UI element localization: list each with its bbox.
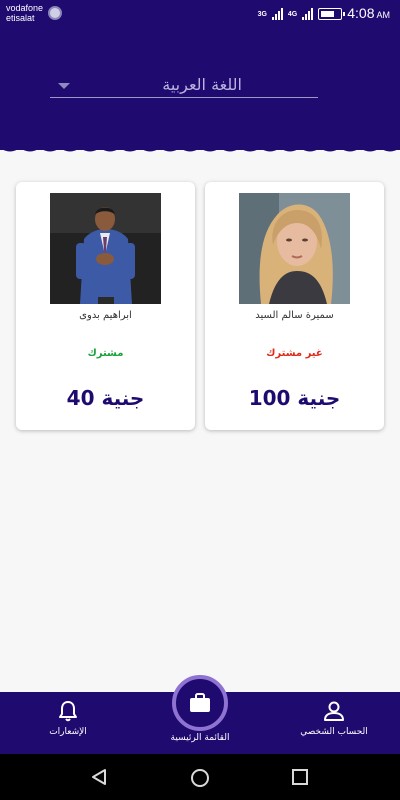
- carrier-name-2: etisalat: [6, 13, 35, 23]
- language-select-value: اللغة العربية: [162, 75, 242, 94]
- bell-icon: [59, 701, 77, 722]
- header-wave: [0, 140, 400, 152]
- briefcase-icon: [190, 693, 210, 712]
- teacher-photo: [50, 193, 161, 304]
- clock: 4:08 AM: [347, 5, 390, 23]
- chevron-down-icon: [58, 83, 70, 89]
- status-bar: vodafone etisalat 3G 4G 4:08 AM: [0, 0, 400, 28]
- system-navigation-bar: [0, 754, 400, 800]
- home-button[interactable]: [172, 675, 228, 731]
- app-screen: vodafone etisalat 3G 4G 4:08 AM اللغة الع…: [0, 0, 400, 800]
- network-type-1: 3G: [257, 10, 267, 18]
- notification-dot-icon: [48, 6, 62, 20]
- teacher-photo: [239, 193, 350, 304]
- network-type-2: 4G: [287, 10, 298, 18]
- language-select[interactable]: اللغة العربية: [50, 72, 318, 98]
- carrier-info: vodafone etisalat: [6, 3, 43, 23]
- nav-home[interactable]: القائمة الرئيسية: [150, 675, 250, 754]
- clock-time: 4:08: [347, 5, 375, 21]
- carrier-name-1: vodafone: [6, 3, 44, 13]
- subscription-status: مشترك: [87, 348, 124, 359]
- teacher-name: سميرة سالم السيد: [255, 310, 334, 321]
- teacher-card[interactable]: ابراهيم بدوى مشترك جنية 40: [16, 182, 195, 430]
- header: اللغة العربية: [0, 28, 400, 150]
- course-price: جنية 100: [248, 386, 341, 410]
- circle-home-icon[interactable]: [190, 768, 210, 788]
- clock-am-pm: AM: [376, 10, 391, 20]
- nav-home-label: القائمة الرئيسية: [170, 733, 230, 743]
- nav-profile[interactable]: الحساب الشخصي: [292, 692, 376, 754]
- person-icon: [324, 701, 344, 721]
- teacher-card[interactable]: سميرة سالم السيد غير مشترك جنية 100: [205, 182, 384, 430]
- teacher-name: ابراهيم بدوى: [79, 310, 132, 321]
- course-price: جنية 40: [66, 386, 145, 410]
- status-indicators: 3G 4G 4:08 AM: [258, 5, 390, 23]
- square-recents-icon[interactable]: [291, 768, 309, 786]
- battery-level: [321, 11, 335, 17]
- nav-profile-label: الحساب الشخصي: [300, 727, 368, 737]
- signal-icon-2: [302, 8, 314, 20]
- battery-icon: [318, 8, 346, 20]
- nav-notifications-label: الإشعارات: [49, 727, 87, 737]
- back-icon[interactable]: [90, 768, 108, 786]
- bottom-navigation: الإشعارات القائمة الرئيسية الحساب الشخصي: [0, 675, 400, 754]
- signal-icon-1: [271, 8, 283, 20]
- nav-notifications[interactable]: الإشعارات: [30, 692, 106, 754]
- subscription-status: غير مشترك: [266, 348, 323, 359]
